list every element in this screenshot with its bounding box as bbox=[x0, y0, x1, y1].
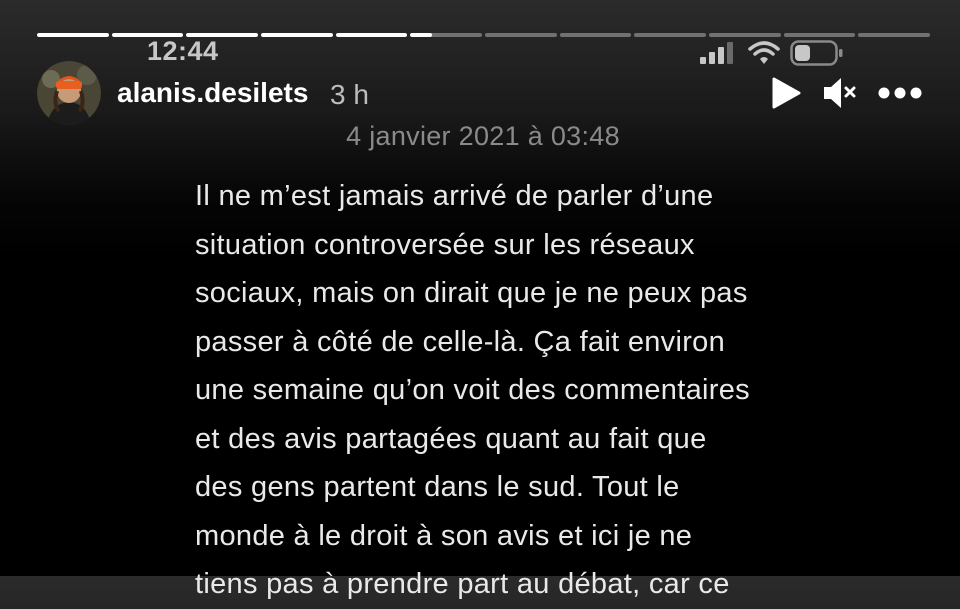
battery-icon bbox=[790, 40, 843, 66]
story-progress-segment bbox=[410, 33, 483, 37]
avatar[interactable] bbox=[37, 61, 101, 125]
time-ago: 3 h bbox=[330, 79, 369, 110]
story-progress-segment bbox=[335, 33, 408, 37]
story-controls bbox=[770, 76, 922, 110]
story-progress-segment bbox=[783, 33, 856, 37]
username[interactable]: alanis.desilets bbox=[117, 77, 308, 109]
mute-icon[interactable] bbox=[822, 76, 858, 110]
note-line: et des avis partagées quant au fait que bbox=[195, 422, 707, 455]
note-line: Il ne m’est jamais arrivé de parler d’un… bbox=[195, 180, 714, 212]
story-progress-segment bbox=[559, 33, 632, 37]
story-progress-segment bbox=[485, 33, 557, 37]
note-line: sociaux, mais on dirait que je ne peux p… bbox=[195, 277, 748, 309]
note-date: 4 janvier 2021 à 03:48 bbox=[346, 121, 620, 151]
story-progress-segment bbox=[37, 33, 109, 37]
status-icons bbox=[698, 40, 844, 66]
wifi-icon bbox=[748, 41, 780, 64]
story-progress-segment bbox=[709, 33, 781, 37]
status-time: 12:44 bbox=[147, 36, 219, 66]
play-icon[interactable] bbox=[770, 76, 802, 110]
story-progress-segment bbox=[634, 33, 707, 37]
note-line: passer à côté de celle-là. Ça fait envir… bbox=[195, 325, 726, 358]
note-line: situation controversée sur les réseaux bbox=[195, 228, 695, 261]
note-body: Il ne m’est jamais arrivé de parler d’un… bbox=[195, 172, 855, 609]
signal-icon bbox=[700, 42, 733, 64]
note-line: une semaine qu’on voit des commentaires bbox=[195, 374, 750, 406]
more-options-icon[interactable] bbox=[878, 86, 922, 100]
note-line: des gens partent dans le sud. Tout le bbox=[195, 471, 680, 503]
note-line: tiens pas à prendre part au débat, car c… bbox=[195, 568, 730, 600]
story-progress-segment bbox=[858, 33, 931, 37]
story-progress-segment bbox=[261, 33, 333, 37]
note-line: monde à le droit à son avis et ici je ne bbox=[195, 519, 693, 552]
